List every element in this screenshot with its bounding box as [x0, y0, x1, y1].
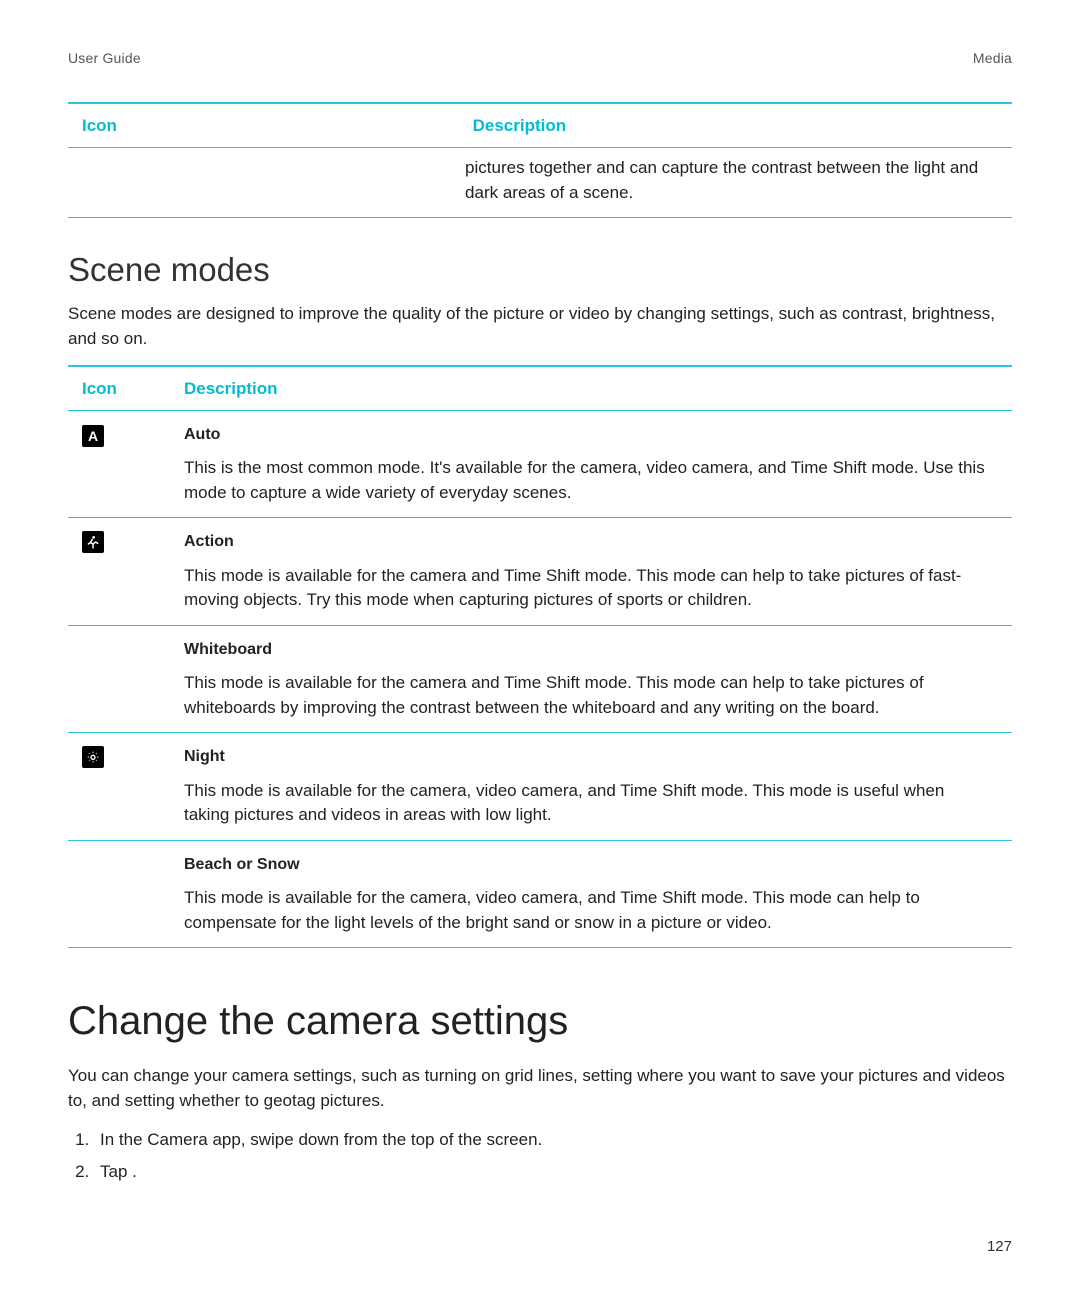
- table2-header-row: Icon Description: [68, 367, 1012, 410]
- auto-icon: A: [82, 425, 104, 447]
- header-left: User Guide: [68, 48, 141, 68]
- scene-desc-cell: Auto This is the most common mode. It's …: [184, 423, 1012, 505]
- steps-list: In the Camera app, swipe down from the t…: [68, 1128, 1012, 1185]
- table1-cell-icon: [82, 156, 465, 205]
- table1-row: pictures together and can capture the co…: [68, 148, 1012, 217]
- table1-header-row: Icon Description: [68, 104, 1012, 147]
- table-row: Whiteboard This mode is available for th…: [68, 626, 1012, 732]
- scene-title: Whiteboard: [184, 638, 994, 661]
- action-icon: [82, 531, 104, 553]
- table-row: A Auto This is the most common mode. It'…: [68, 411, 1012, 517]
- scene-icon-auto: A: [82, 423, 184, 505]
- step-item: In the Camera app, swipe down from the t…: [94, 1128, 1012, 1153]
- scene-title: Beach or Snow: [184, 853, 994, 876]
- scene-icon-night: [82, 745, 184, 827]
- divider: [68, 217, 1012, 218]
- night-icon: [82, 746, 104, 768]
- table2-col-description: Description: [184, 377, 1012, 402]
- scene-desc-cell: Night This mode is available for the cam…: [184, 745, 1012, 827]
- change-settings-heading: Change the camera settings: [68, 992, 1012, 1050]
- page-number: 127: [987, 1236, 1012, 1258]
- document-page: User Guide Media Icon Description pictur…: [0, 0, 1080, 1296]
- scene-desc-cell: Beach or Snow This mode is available for…: [184, 853, 1012, 935]
- divider: [68, 947, 1012, 948]
- table1-cell-description: pictures together and can capture the co…: [465, 156, 1012, 205]
- scene-icon-action: [82, 530, 184, 612]
- table1-col-icon: Icon: [82, 114, 473, 139]
- scene-title: Night: [184, 745, 994, 768]
- scene-modes-heading: Scene modes: [68, 246, 1012, 294]
- table-row: Night This mode is available for the cam…: [68, 733, 1012, 839]
- table2-col-icon: Icon: [82, 377, 184, 402]
- table-row: Action This mode is available for the ca…: [68, 518, 1012, 624]
- table1-col-description: Description: [473, 114, 1012, 139]
- header-right: Media: [973, 48, 1012, 68]
- scene-body: This mode is available for the camera an…: [184, 673, 924, 717]
- scene-body: This mode is available for the camera an…: [184, 566, 961, 610]
- scene-title: Auto: [184, 423, 994, 446]
- scene-body: This mode is available for the camera, v…: [184, 888, 920, 932]
- scene-title: Action: [184, 530, 994, 553]
- scene-body: This mode is available for the camera, v…: [184, 781, 944, 825]
- scene-desc-cell: Whiteboard This mode is available for th…: [184, 638, 1012, 720]
- scene-icon-whiteboard: [82, 638, 184, 720]
- scene-desc-cell: Action This mode is available for the ca…: [184, 530, 1012, 612]
- step-item: Tap .: [94, 1160, 1012, 1185]
- running-header: User Guide Media: [68, 48, 1012, 68]
- scene-icon-beach: [82, 853, 184, 935]
- scene-body: This is the most common mode. It's avail…: [184, 458, 985, 502]
- table-row: Beach or Snow This mode is available for…: [68, 841, 1012, 947]
- change-settings-lead: You can change your camera settings, suc…: [68, 1064, 1012, 1113]
- scene-modes-lead: Scene modes are designed to improve the …: [68, 302, 1012, 351]
